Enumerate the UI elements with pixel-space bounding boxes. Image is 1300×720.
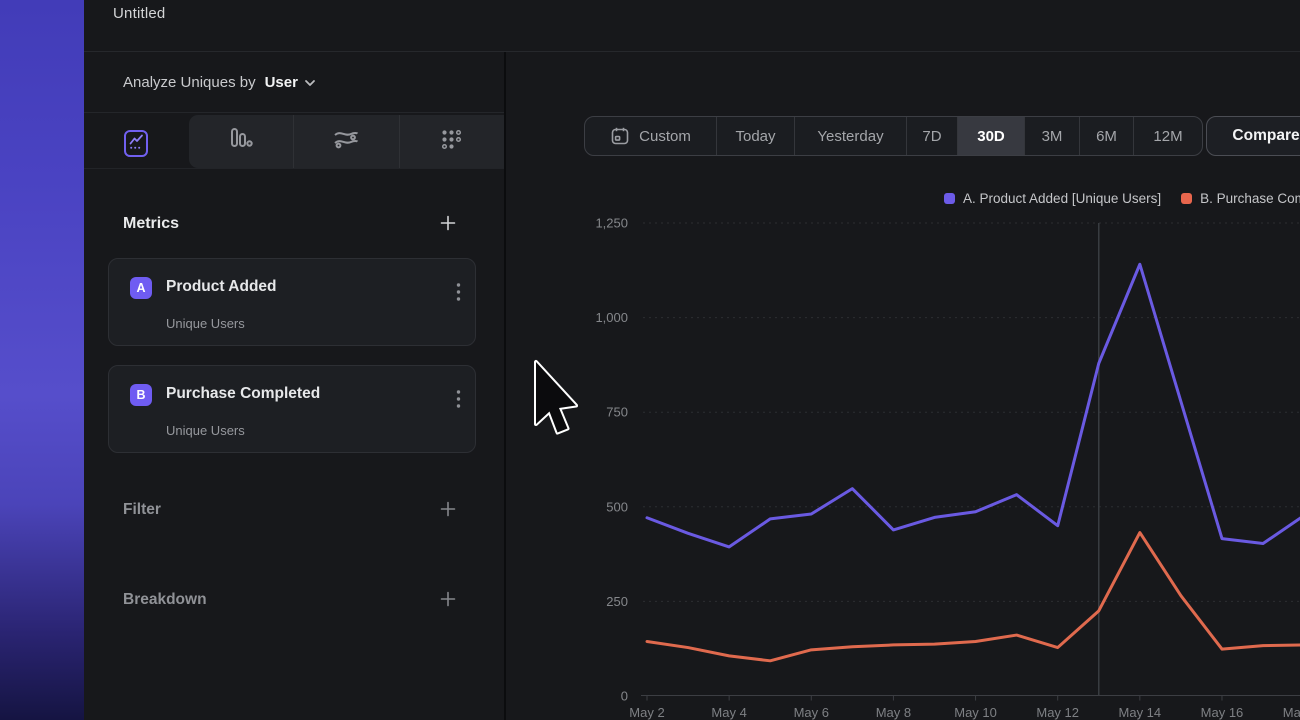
metrics-heading: Metrics [123,215,179,233]
analyze-entity-dropdown[interactable]: User [265,74,316,91]
tab-metric[interactable] [399,115,504,168]
chart-type-tabrow [84,113,504,169]
tab-bar-chart[interactable] [189,115,293,168]
plus-icon [440,591,456,610]
svg-text:1,250: 1,250 [595,216,628,231]
breakdown-heading: Breakdown [123,591,207,609]
series-line-b [647,533,1300,661]
metrics-section-header: Metrics [123,215,457,233]
metric-options-button[interactable] [454,387,463,414]
kebab-icon [456,290,461,305]
svg-text:750: 750 [606,405,628,420]
gridlines [643,223,1300,601]
svg-text:1,000: 1,000 [595,310,628,325]
chevron-down-icon [304,75,316,90]
svg-text:250: 250 [606,594,628,609]
plus-icon [440,215,456,234]
plus-icon [440,501,456,520]
y-axis-labels: 0 250 500 750 1,000 1,250 [595,216,628,704]
metric-options-button[interactable] [454,280,463,307]
analyze-label: Analyze Uniques by [123,74,256,91]
filter-heading: Filter [123,501,161,519]
page-title: Untitled [113,5,165,22]
metric-subtitle: Unique Users [166,316,245,331]
analyze-entity-value: User [265,74,298,91]
series-line-a [647,264,1300,547]
svg-text:May 8: May 8 [876,705,911,720]
tab-flow[interactable] [293,115,398,168]
svg-text:May 4: May 4 [711,705,746,720]
filter-section-header: Filter [123,501,457,519]
line-chart-icon [129,133,144,155]
metric-card-product-added[interactable]: A Product Added Unique Users [108,258,476,346]
topbar: Untitled [84,0,1300,52]
add-metric-button[interactable] [439,215,457,233]
svg-text:May 14: May 14 [1119,705,1162,720]
flow-icon [332,128,360,155]
bar-chart-icon [228,126,254,157]
svg-text:500: 500 [606,499,628,514]
dots-grid-icon [440,128,463,156]
analyze-row: Analyze Uniques by User [84,52,504,113]
x-axis [641,696,1300,701]
breakdown-section-header: Breakdown [123,591,457,609]
metric-title: Product Added [166,278,277,296]
add-breakdown-button[interactable] [439,591,457,609]
chart-type-tabs [189,115,504,168]
svg-text:May 6: May 6 [794,705,829,720]
metric-subtitle: Unique Users [166,423,245,438]
sidebar: Analyze Uniques by User [84,52,506,720]
svg-text:May 16: May 16 [1201,705,1244,720]
svg-text:May 12: May 12 [1036,705,1079,720]
metric-badge-a: A [130,277,152,299]
metric-card-purchase-completed[interactable]: B Purchase Completed Unique Users [108,365,476,453]
kebab-icon [456,397,461,412]
mouse-cursor [530,358,582,440]
chart-panel: CustomTodayYesterday7D30D3M6M12M Compare… [506,52,1300,720]
svg-text:0: 0 [621,689,628,704]
svg-text:May 10: May 10 [954,705,997,720]
metric-title: Purchase Completed [166,385,320,403]
tab-line-chart[interactable] [124,130,148,157]
add-filter-button[interactable] [439,501,457,519]
svg-text:May 2: May 2 [629,705,664,720]
left-gradient-strip [0,0,84,720]
app-window: Untitled Analyze Uniques by User [0,0,1300,720]
line-chart[interactable]: 0 250 500 750 1,000 1,250 May 2 May 4 May 6 May 8… [506,52,1300,720]
metric-badge-b: B [130,384,152,406]
x-axis-labels: May 2 May 4 May 6 May 8 May 10 May 12 May 14 Ma… [629,705,1300,720]
svg-text:May 18: May 18 [1283,705,1300,720]
